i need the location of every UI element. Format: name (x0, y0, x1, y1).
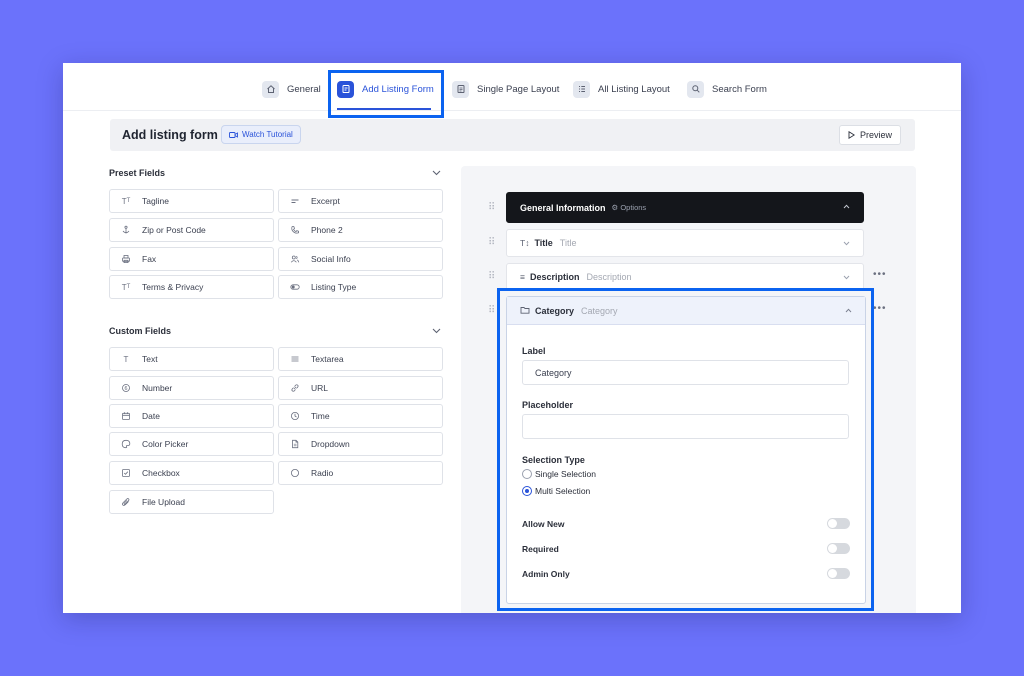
anchor-icon (120, 224, 132, 236)
search-icon (687, 80, 704, 98)
chevron-up-icon[interactable] (843, 204, 850, 209)
preset-fields-title: Preset Fields (109, 168, 166, 178)
tab-label: Search Form (712, 83, 767, 95)
paperclip-icon (120, 496, 132, 508)
preset-field-social-info[interactable]: Social Info (278, 247, 443, 271)
tab-label: All Listing Layout (598, 83, 670, 95)
preset-field-tagline[interactable]: TT Tagline (109, 189, 274, 213)
custom-field-color-picker[interactable]: Color Picker (109, 432, 274, 456)
top-nav: General Add Listing Form Single Page Lay… (63, 63, 961, 111)
drag-handle-icon[interactable]: ⠿ (488, 202, 495, 213)
palette-icon (120, 438, 132, 450)
watch-tutorial-button[interactable]: Watch Tutorial (221, 125, 301, 144)
field-row-description[interactable]: ≡ Description Description (506, 263, 864, 291)
more-options-icon[interactable]: ••• (873, 269, 887, 280)
custom-field-file-upload[interactable]: File Upload (109, 490, 274, 514)
chevron-down-icon[interactable] (432, 170, 441, 176)
more-options-icon[interactable]: ••• (873, 303, 887, 314)
tab-search-form[interactable]: Search Form (687, 78, 767, 100)
list-icon (573, 80, 590, 98)
printer-icon (120, 253, 132, 265)
custom-field-textarea[interactable]: Textarea (278, 347, 443, 371)
watch-tutorial-label: Watch Tutorial (242, 130, 293, 139)
play-icon (848, 131, 855, 139)
preset-field-excerpt[interactable]: Excerpt (278, 189, 443, 213)
chevron-down-icon[interactable] (843, 241, 850, 246)
preview-button[interactable]: Preview (839, 125, 901, 145)
tab-label: Single Page Layout (477, 83, 560, 95)
page-header: Add listing form Watch Tutorial Preview (110, 119, 915, 151)
drag-handle-icon[interactable]: ⠿ (488, 305, 495, 316)
tab-general[interactable]: General (262, 78, 321, 100)
custom-field-date[interactable]: Date (109, 404, 274, 428)
text-icon: T (123, 354, 129, 364)
file-icon (289, 438, 301, 450)
number-icon: 6 (120, 382, 132, 394)
drag-handle-icon[interactable]: ⠿ (488, 271, 495, 282)
layout-icon (452, 80, 469, 98)
custom-field-radio[interactable]: Radio (278, 461, 443, 485)
video-icon (229, 131, 238, 138)
tab-label: General (287, 83, 321, 95)
page-title: Add listing form (122, 128, 218, 142)
phone-icon (289, 224, 301, 236)
link-icon (289, 382, 301, 394)
custom-field-time[interactable]: Time (278, 404, 443, 428)
text-size-icon: TT (121, 196, 131, 206)
checkbox-icon (120, 467, 132, 479)
custom-field-url[interactable]: URL (278, 376, 443, 400)
highlight-box (497, 288, 874, 611)
tab-all-listing-layout[interactable]: All Listing Layout (573, 78, 670, 100)
home-icon (262, 80, 279, 98)
field-row-title[interactable]: T↕ Title Title (506, 229, 864, 257)
custom-fields-title: Custom Fields (109, 326, 172, 336)
chevron-down-icon[interactable] (432, 328, 441, 334)
textarea-icon (289, 353, 301, 365)
preset-field-terms-privacy[interactable]: TT Terms & Privacy (109, 275, 274, 299)
drag-handle-icon[interactable]: ⠿ (488, 237, 495, 248)
chevron-down-icon[interactable] (843, 275, 850, 280)
clock-icon (289, 410, 301, 422)
toggle-icon (289, 281, 301, 293)
preset-field-listing-type[interactable]: Listing Type (278, 275, 443, 299)
highlight-box (328, 70, 444, 118)
align-left-icon: ≡ (520, 272, 525, 282)
custom-field-text[interactable]: T Text (109, 347, 274, 371)
group-general-information[interactable]: General Information ⚙ Options (506, 192, 864, 223)
group-options[interactable]: ⚙ Options (612, 203, 647, 212)
tab-single-page-layout[interactable]: Single Page Layout (452, 78, 559, 100)
custom-field-checkbox[interactable]: Checkbox (109, 461, 274, 485)
custom-field-dropdown[interactable]: Dropdown (278, 432, 443, 456)
preset-field-fax[interactable]: Fax (109, 247, 274, 271)
custom-field-number[interactable]: 6 Number (109, 376, 274, 400)
users-icon (289, 253, 301, 265)
svg-text:6: 6 (124, 386, 127, 392)
radio-icon (289, 467, 301, 479)
excerpt-icon (289, 195, 301, 207)
preset-field-phone-2[interactable]: Phone 2 (278, 218, 443, 242)
text-height-icon: T↕ (520, 238, 530, 248)
text-size-icon: TT (121, 282, 131, 292)
preview-label: Preview (859, 130, 892, 140)
preset-field-zip[interactable]: Zip or Post Code (109, 218, 274, 242)
calendar-icon (120, 410, 132, 422)
